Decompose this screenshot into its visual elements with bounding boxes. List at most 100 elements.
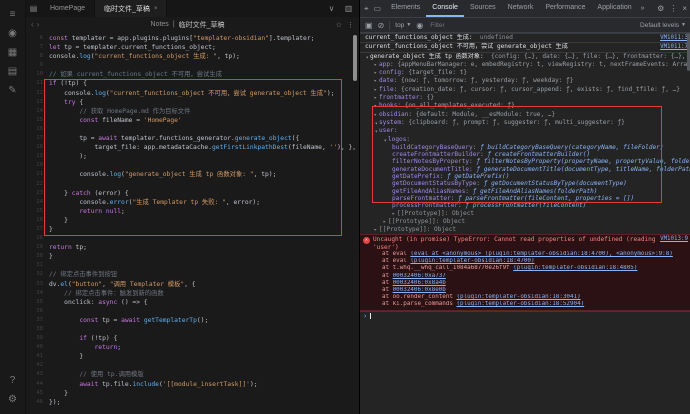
breadcrumb-folder[interactable]: Notes xyxy=(151,21,169,28)
devtools-tab-elements[interactable]: Elements xyxy=(385,0,426,17)
error-source-link[interactable]: VM1013:9 xyxy=(656,236,688,243)
console-row[interactable]: ▸generate_object 生成 tp 函数对象: {config: {…… xyxy=(360,52,690,61)
line-number: 34 xyxy=(26,289,49,298)
code-line: 8console.log("current_functions_object 生… xyxy=(26,52,359,61)
stack-source-link[interactable]: (eval at <anonymous> (plugin:templater-o… xyxy=(410,251,672,257)
tab-close-icon[interactable]: × xyxy=(154,6,158,12)
disclosure-triangle-icon[interactable]: ▸ xyxy=(374,112,377,119)
clear-console-icon[interactable]: ⊘ xyxy=(378,21,385,30)
console-row[interactable]: ▸system: {clipboard: ƒ, prompt: ƒ, sugge… xyxy=(360,119,690,127)
console-row: buildCategoryBaseQuery: ƒ buildCategoryB… xyxy=(360,144,690,151)
devtools-tab-application[interactable]: Application xyxy=(591,0,637,17)
console-row[interactable]: ▸hooks: {on_all_templates_executed: ƒ} xyxy=(360,102,690,110)
disclosure-triangle-icon[interactable]: ▸ xyxy=(381,139,388,142)
code-line: 31 xyxy=(26,261,359,270)
console-row[interactable]: ▸date: {now: ƒ, tomorrow: ƒ, yesterday: … xyxy=(360,77,690,85)
stack-source-link[interactable]: 00032406:0x8e0b xyxy=(393,287,446,293)
more-options-icon[interactable]: ⋮ xyxy=(347,21,354,29)
live-expression-eye-icon[interactable]: ◉ xyxy=(416,21,423,30)
disclosure-triangle-icon[interactable]: ▸ xyxy=(374,103,377,110)
code-line: 21 console.log("generate_object 生成 tp 函数… xyxy=(26,170,359,179)
help-icon[interactable]: ? xyxy=(4,371,22,390)
code-line: 24 console.error("生成 Templater tp 失败: ",… xyxy=(26,198,359,207)
console-sidebar-icon[interactable]: ▣ xyxy=(365,21,373,30)
tab-active[interactable]: 临时文件_草稿× xyxy=(95,0,167,17)
console-row: processFrontmatter: ƒ processFrontmatter… xyxy=(360,202,690,209)
code-line: 12 console.log("current_functions_object… xyxy=(26,89,359,98)
disclosure-triangle-icon[interactable]: ▸ xyxy=(372,130,379,133)
code-line: 19 ); xyxy=(26,152,359,161)
devtools-tab-performance[interactable]: Performance xyxy=(539,0,591,17)
console-row[interactable]: ▸config: {target_file: t} xyxy=(360,69,690,77)
stack-source-link[interactable]: 00032406:0x8a4b xyxy=(393,280,446,286)
more-tabs-icon[interactable]: » xyxy=(638,0,648,17)
javascript-context-selector[interactable]: top ▼ xyxy=(395,22,411,29)
line-number: 25 xyxy=(26,207,49,216)
devtools-settings-icon[interactable]: ⚙ xyxy=(657,4,664,13)
devtools-menu-icon[interactable]: ⋮ xyxy=(669,4,677,13)
disclosure-triangle-icon[interactable]: ▸ xyxy=(374,95,377,102)
device-toolbar-icon[interactable]: ▭ xyxy=(374,4,382,13)
code-line: 16 xyxy=(26,125,359,134)
line-number: 37 xyxy=(26,316,49,325)
tab-inactive[interactable]: HomePage xyxy=(41,0,95,17)
disclosure-triangle-icon[interactable]: ▸ xyxy=(372,122,379,125)
disclosure-triangle-icon[interactable]: ▸ xyxy=(374,87,377,94)
stack-source-link[interactable]: (plugin:templater-obsidian:18:52904) xyxy=(456,301,584,307)
disclosure-triangle-icon[interactable]: ▸ xyxy=(363,56,370,59)
settings-gear-icon[interactable]: ⚙ xyxy=(4,390,22,409)
graph-view-icon[interactable]: ◉ xyxy=(4,24,22,43)
console-row[interactable]: ▸logos: xyxy=(360,136,690,144)
canvas-icon[interactable]: ▦ xyxy=(4,43,22,62)
disclosure-triangle-icon[interactable]: ▸ xyxy=(374,70,377,77)
disclosure-triangle-icon[interactable]: ▸ xyxy=(374,78,377,85)
daily-note-icon[interactable]: ▤ xyxy=(4,62,22,81)
bookmark-icon[interactable]: ☆ xyxy=(336,21,342,29)
code-editor[interactable]: 6const templater = app.plugins.plugins["… xyxy=(26,32,359,414)
console-output: current_functions_object 生成: undefinedVM… xyxy=(360,33,690,414)
console-row[interactable]: ▸[[Prototype]]: Object xyxy=(360,210,690,218)
tab-list-icon[interactable]: ∨ xyxy=(324,4,339,13)
console-row[interactable]: ▸file: {creation_date: ƒ, cursor: ƒ, cur… xyxy=(360,86,690,94)
stack-source-link[interactable]: (plugin:templater-obsidian:18:3041) xyxy=(456,294,580,300)
close-devtools-icon[interactable]: × xyxy=(682,4,687,13)
code-line: 18 target_file: app.metadataCache.getFir… xyxy=(26,143,359,152)
quick-switcher-icon[interactable]: ≡ xyxy=(4,5,22,24)
console-row[interactable]: ▸[[Prototype]]: Object xyxy=(360,218,690,226)
inspect-element-icon[interactable]: ⌖ xyxy=(364,4,369,14)
source-link[interactable]: VM1011:3 xyxy=(656,35,688,42)
line-number: 21 xyxy=(26,170,49,179)
stack-source-link[interactable]: (plugin:templater-obsidian:18:4805) xyxy=(513,265,637,271)
source-link[interactable]: VM1011:7 xyxy=(656,44,688,51)
back-arrow-icon[interactable]: ‹ xyxy=(31,20,34,29)
code-line: 9 xyxy=(26,61,359,70)
console-row[interactable]: ▸[[Prototype]]: Object xyxy=(360,226,690,234)
disclosure-triangle-icon[interactable]: ▸ xyxy=(374,62,377,69)
note-title[interactable]: 临时文件_草稿 xyxy=(179,20,225,30)
disclosure-triangle-icon[interactable]: ▸ xyxy=(392,211,395,218)
console-filter-input[interactable] xyxy=(428,21,635,30)
devtools-tab-network[interactable]: Network xyxy=(502,0,540,17)
right-sidebar-toggle-icon[interactable]: ▥ xyxy=(341,4,356,13)
view-header: ‹ › Notes | 临时文件_草稿 ☆⋮ xyxy=(26,17,359,32)
line-number: 17 xyxy=(26,134,49,143)
disclosure-triangle-icon[interactable]: ▸ xyxy=(374,227,377,234)
error-message-row[interactable]: × Uncaught (in promise) TypeError: Canno… xyxy=(360,236,690,251)
log-levels-selector[interactable]: Default levels ▼ xyxy=(640,22,686,29)
console-prompt[interactable]: › xyxy=(360,311,690,321)
left-sidebar-toggle-icon[interactable]: ▤ xyxy=(26,0,41,17)
console-row[interactable]: ▸app: {appMenuBarManager: e, embedRegist… xyxy=(360,61,690,69)
console-row[interactable]: ▸frontmatter: {} xyxy=(360,94,690,102)
tabbar-right-icons: ∨▥ xyxy=(324,0,359,17)
code-line: 22 xyxy=(26,180,359,189)
devtools-tab-console[interactable]: Console xyxy=(426,0,464,17)
devtools-tab-sources[interactable]: Sources xyxy=(464,0,502,17)
insert-template-icon[interactable]: ✎ xyxy=(4,81,22,100)
console-row[interactable]: ▸obsidian: {default: Module, __esModule:… xyxy=(360,111,690,119)
error-stack-line: at eval (eval at <anonymous> (plugin:tem… xyxy=(360,251,690,258)
console-row[interactable]: ▸user: xyxy=(360,127,690,135)
disclosure-triangle-icon[interactable]: ▸ xyxy=(383,219,386,226)
stack-source-link[interactable]: 00032406:0xa737 xyxy=(393,273,446,279)
editor-scrollbar[interactable] xyxy=(353,35,357,81)
stack-source-link[interactable]: (plugin:templater-obsidian:18:4700) xyxy=(410,258,534,264)
